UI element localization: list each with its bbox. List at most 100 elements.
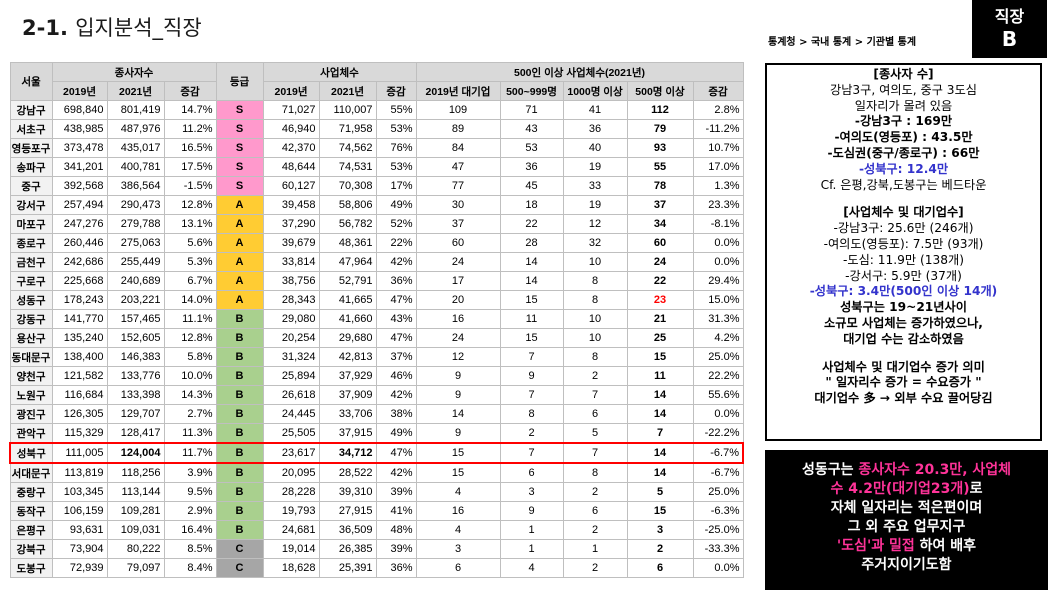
cell-l19: 9 xyxy=(415,366,501,386)
cell-lall: 34 xyxy=(626,214,694,234)
cell-bc: 49% xyxy=(375,195,417,215)
cell-grade: C xyxy=(215,539,264,559)
table-body: 강남구 698,840 801,419 14.7% S 71,027 110,007 55% 1… xyxy=(9,100,744,578)
cell-lall: 15 xyxy=(626,347,694,367)
cell-ec: 11.2% xyxy=(163,119,217,139)
note-line: 대기업 수는 감소하였음 xyxy=(843,331,964,346)
cell-l500: 11 xyxy=(499,309,564,329)
note-line: Cf. 은평,강북,도봉구는 베드타운 xyxy=(820,177,987,192)
cell-lall: 14 xyxy=(626,385,694,405)
cell-l19: 4 xyxy=(415,482,501,502)
note-line: 성북구는 19~21년사이 xyxy=(840,300,967,315)
note-line: -도심권(중구/종로구) : 66만 xyxy=(827,145,980,160)
cell-grade: A xyxy=(215,290,264,310)
cell-lall: 23 xyxy=(626,290,694,310)
cell-l1000: 10 xyxy=(562,252,628,272)
cell-grade: B xyxy=(215,501,264,521)
cell-b19: 24,681 xyxy=(262,520,320,540)
cell-b21: 41,665 xyxy=(318,290,377,310)
cell-grade: B xyxy=(215,482,264,502)
header-grade: 등급 xyxy=(215,62,264,101)
cell-bc: 47% xyxy=(375,328,417,348)
cell-e19: 121,582 xyxy=(51,366,108,386)
note-line: [종사자 수] xyxy=(873,67,934,81)
cell-ec: 14.7% xyxy=(163,100,217,120)
cell-l19: 15 xyxy=(415,442,501,464)
cell-ec: 8.5% xyxy=(163,539,217,559)
cell-lall: 14 xyxy=(626,462,694,483)
title-text: 입지분석_직장 xyxy=(75,16,202,40)
cell-bc: 53% xyxy=(375,157,417,177)
cell-grade: S xyxy=(215,119,264,139)
cell-b19: 25,505 xyxy=(262,423,320,444)
cell-gu: 강동구 xyxy=(9,309,53,329)
cell-gu: 강서구 xyxy=(9,195,53,215)
cell-l19: 77 xyxy=(415,176,501,196)
cell-gu: 동작구 xyxy=(9,501,53,521)
cell-ec: 14.0% xyxy=(163,290,217,310)
cell-e19: 438,985 xyxy=(51,119,108,139)
cell-e19: 135,240 xyxy=(51,328,108,348)
cell-gu: 노원구 xyxy=(9,385,53,405)
cell-e21: 801,419 xyxy=(106,100,165,120)
cell-b19: 39,458 xyxy=(262,195,320,215)
cell-ec: 5.3% xyxy=(163,252,217,272)
cell-bc: 76% xyxy=(375,138,417,158)
note-line: -성북구: 3.4만(500인 이상 14개) xyxy=(809,284,998,299)
cell-e21: 157,465 xyxy=(106,309,165,329)
analysis-notes: [종사자 수] 강남3구, 여의도, 중구 3도심 일자리가 몰려 있음 -강남… xyxy=(765,63,1042,441)
cell-lall: 15 xyxy=(626,501,694,521)
cell-e21: 128,417 xyxy=(106,423,165,444)
cell-lc: 31.3% xyxy=(692,309,744,329)
cell-l19: 60 xyxy=(415,233,501,253)
cell-l19: 89 xyxy=(415,119,501,139)
cell-e19: 698,840 xyxy=(51,100,108,120)
cell-b19: 28,343 xyxy=(262,290,320,310)
cell-gu: 마포구 xyxy=(9,214,53,234)
cell-b19: 31,324 xyxy=(262,347,320,367)
cell-b19: 25,894 xyxy=(262,366,320,386)
cell-e21: 118,256 xyxy=(106,462,165,483)
cell-e21: 290,473 xyxy=(106,195,165,215)
district-table: 서울 종사자수 등급 사업체수 500인 이상 사업체수(2021년) 2019… xyxy=(9,62,744,578)
cell-b21: 39,310 xyxy=(318,482,377,502)
note-line: 대기업수 多 → 외부 수요 끌어당김 xyxy=(814,391,993,406)
cell-b21: 52,791 xyxy=(318,271,377,291)
cell-ec: 14.3% xyxy=(163,385,217,405)
cell-e19: 115,329 xyxy=(51,423,108,444)
cell-e19: 72,939 xyxy=(51,558,108,578)
cell-bc: 48% xyxy=(375,520,417,540)
cell-grade: B xyxy=(215,442,264,464)
cell-lc: -22.2% xyxy=(692,423,744,444)
cell-lall: 25 xyxy=(626,328,694,348)
cell-grade: B xyxy=(215,347,264,367)
cell-l500: 7 xyxy=(499,442,564,464)
table-row: 동작구 106,159 109,281 2.9% B 19,793 27,915 41% 16 9… xyxy=(9,501,744,521)
cell-l19: 24 xyxy=(415,252,501,272)
cell-ec: 11.3% xyxy=(163,423,217,444)
cell-lall: 5 xyxy=(626,482,694,502)
table-row: 송파구 341,201 400,781 17.5% S 48,644 74,531 53% 47… xyxy=(9,157,744,177)
note-line: -여의도(영등포): 7.5만 (93개) xyxy=(823,236,984,251)
cell-l500: 7 xyxy=(499,347,564,367)
cell-grade: B xyxy=(215,309,264,329)
table-row: 동대문구 138,400 146,383 5.8% B 31,324 42,813 37% 12… xyxy=(9,347,744,367)
cell-gu: 송파구 xyxy=(9,157,53,177)
header-businesses: 사업체수 xyxy=(262,62,417,82)
cell-e21: 113,144 xyxy=(106,482,165,502)
cell-bc: 42% xyxy=(375,252,417,272)
cell-b21: 48,361 xyxy=(318,233,377,253)
header-large-firms: 500인 이상 사업체수(2021년) xyxy=(415,62,744,82)
cell-lc: -6.3% xyxy=(692,501,744,521)
cell-l19: 109 xyxy=(415,100,501,120)
cell-e21: 129,707 xyxy=(106,404,165,424)
cell-lc: 0.0% xyxy=(692,233,744,253)
cell-l500: 53 xyxy=(499,138,564,158)
cell-lc: 4.2% xyxy=(692,328,744,348)
cell-ec: 6.7% xyxy=(163,271,217,291)
table-row: 노원구 116,684 133,398 14.3% B 26,618 37,909 42% 9 7… xyxy=(9,385,744,405)
table-row: 종로구 260,446 275,063 5.6% A 39,679 48,361 22% 60 2… xyxy=(9,233,744,253)
cell-l500: 9 xyxy=(499,366,564,386)
cell-bc: 22% xyxy=(375,233,417,253)
cell-lall: 6 xyxy=(626,558,694,578)
